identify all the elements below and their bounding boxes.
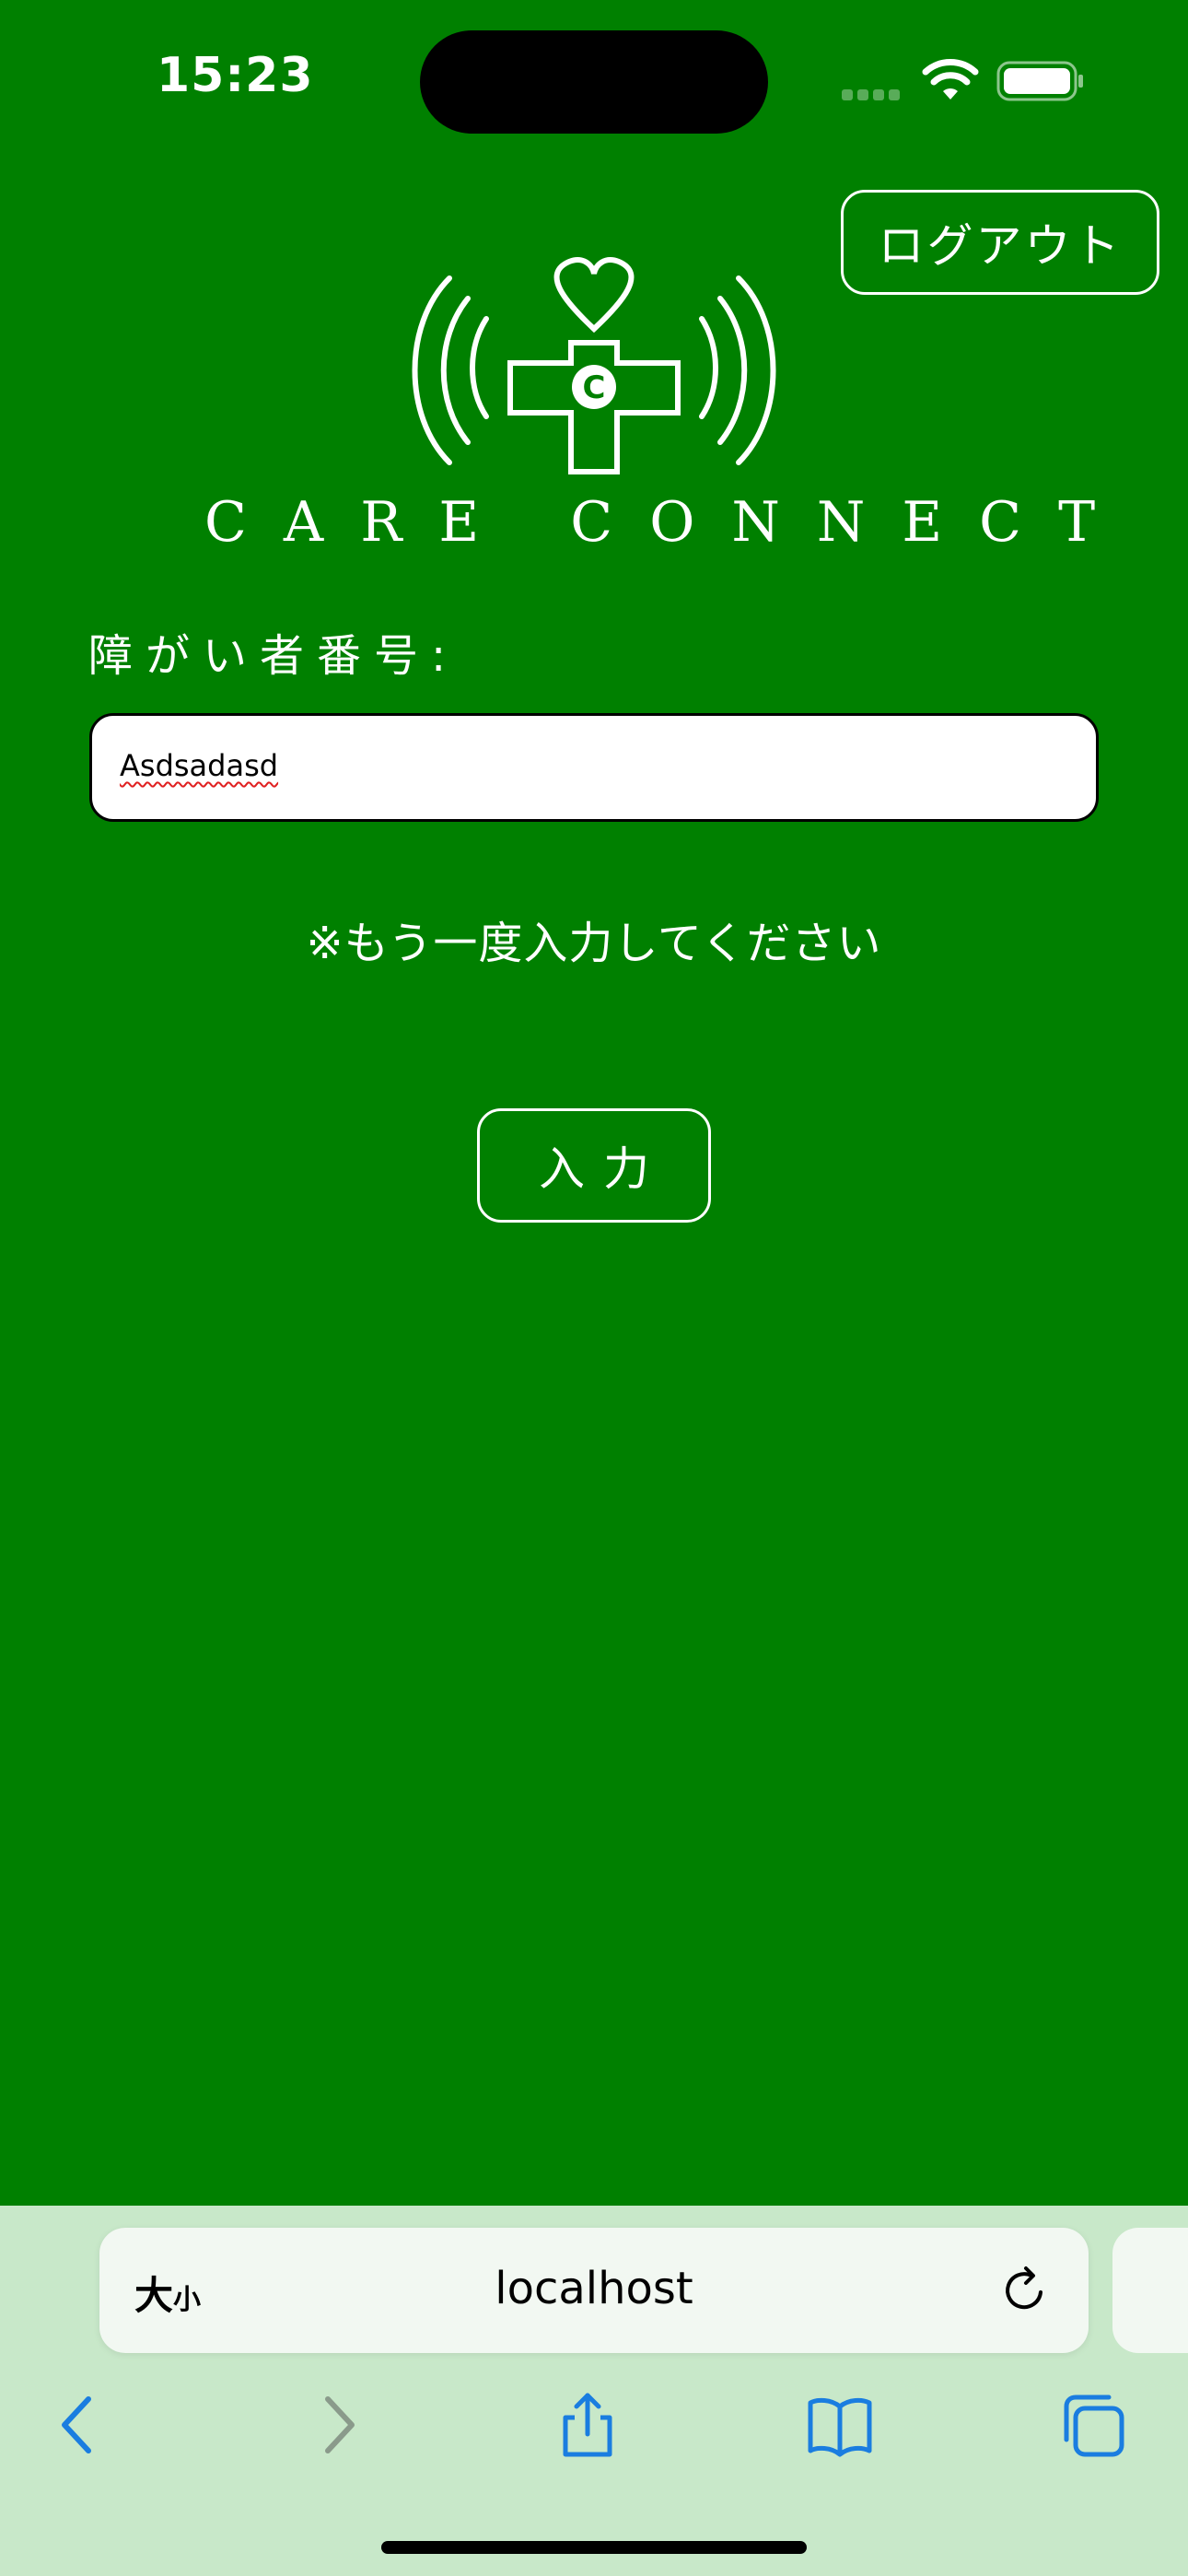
cellular-signal-icon xyxy=(842,87,906,100)
logo-emblem-letter: C xyxy=(583,369,606,406)
disability-number-label: 障がい者番号: xyxy=(88,630,460,682)
logout-button[interactable]: ログアウト xyxy=(841,190,1159,295)
brand-name: CARE CONNECT xyxy=(204,490,1133,555)
battery-icon xyxy=(996,61,1083,101)
submit-button[interactable]: 入力 xyxy=(477,1108,711,1223)
wifi-icon xyxy=(922,59,979,100)
next-tab-preview[interactable] xyxy=(1112,2228,1188,2353)
status-bar: 15:23 xyxy=(0,0,1188,157)
home-indicator xyxy=(381,2541,807,2554)
disability-number-input-value[interactable]: Asdsadasd xyxy=(120,748,278,783)
back-icon[interactable] xyxy=(46,2392,112,2458)
text-size-icon-small: 小 xyxy=(173,2284,202,2316)
care-connect-logo: C xyxy=(412,257,776,474)
forward-icon[interactable] xyxy=(304,2392,370,2458)
error-message: ※もう一度入力してください xyxy=(306,918,882,969)
bookmarks-icon[interactable] xyxy=(807,2392,873,2458)
reload-icon[interactable] xyxy=(1000,2265,1052,2316)
url-text[interactable]: localhost xyxy=(350,2263,838,2314)
text-size-icon: 大 xyxy=(134,2273,174,2318)
share-icon[interactable] xyxy=(554,2392,621,2458)
tabs-icon[interactable] xyxy=(1061,2392,1127,2458)
dynamic-island xyxy=(420,30,768,134)
text-size-button[interactable]: 大小 xyxy=(134,2265,201,2321)
status-time: 15:23 xyxy=(157,48,314,103)
